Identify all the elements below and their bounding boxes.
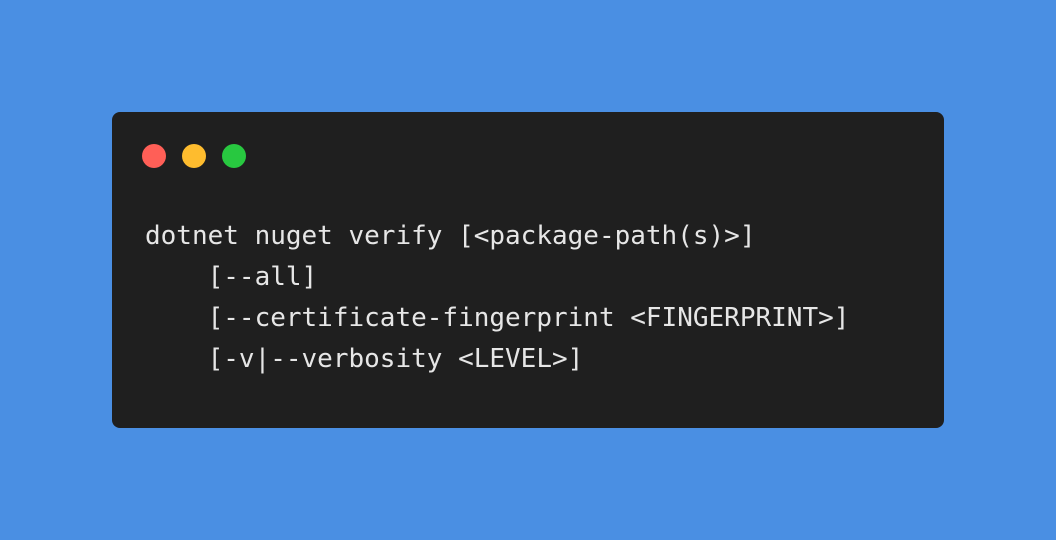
close-button[interactable] xyxy=(142,144,166,168)
code-line: [--certificate-fingerprint <FINGERPRINT>… xyxy=(145,303,850,333)
minimize-button[interactable] xyxy=(182,144,206,168)
code-line: [--all] xyxy=(145,262,318,292)
window-controls xyxy=(142,144,246,168)
code-line: [-v|--verbosity <LEVEL>] xyxy=(145,344,584,374)
code-window: dotnet nuget verify [<package-path(s)>] … xyxy=(112,112,944,428)
code-line: dotnet nuget verify [<package-path(s)>] xyxy=(145,221,756,251)
code-block: dotnet nuget verify [<package-path(s)>] … xyxy=(145,216,849,380)
zoom-button[interactable] xyxy=(222,144,246,168)
